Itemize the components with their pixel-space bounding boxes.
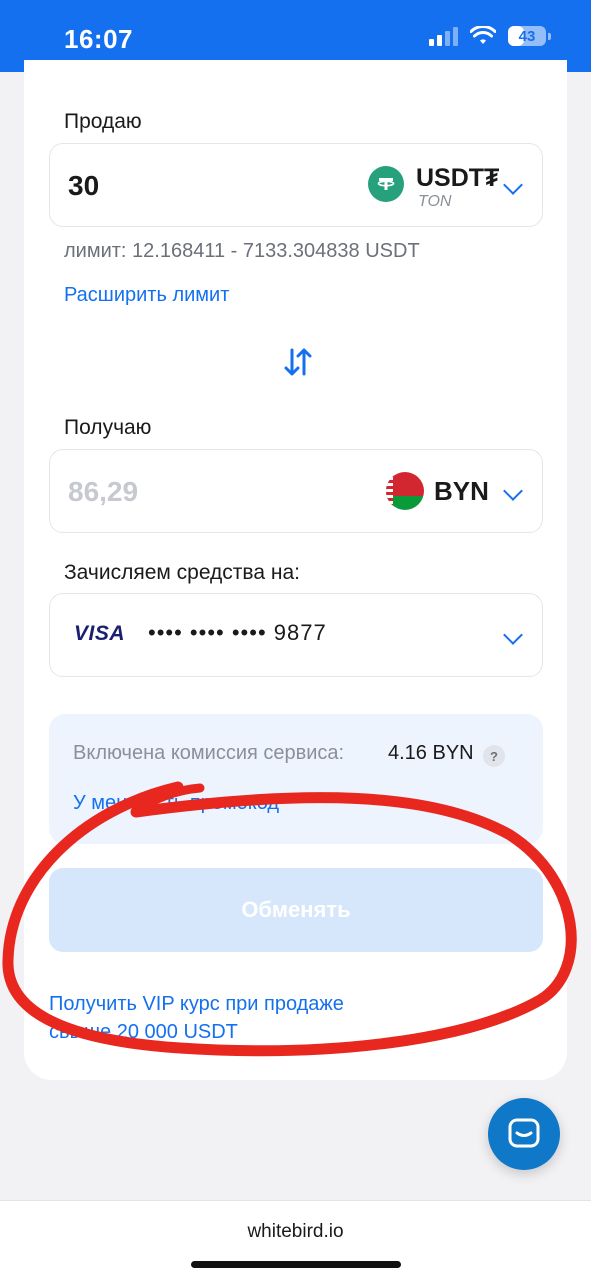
- payout-label: Зачисляем средства на:: [64, 561, 300, 584]
- payout-card-select[interactable]: VISA •••• •••• •••• 9877: [49, 593, 543, 677]
- currency-code[interactable]: BYN: [434, 476, 489, 507]
- chevron-down-icon[interactable]: [503, 175, 523, 195]
- battery-icon: 43: [508, 26, 546, 46]
- cellular-signal-icon: [429, 26, 458, 46]
- limit-text: лимит: 12.168411 - 7133.304838 USDT: [64, 240, 420, 262]
- coin-network: TON: [418, 193, 452, 210]
- browser-bottom-bar: whitebird.io: [0, 1200, 591, 1280]
- fee-label: Включена комиссия сервиса:: [73, 742, 345, 764]
- help-icon[interactable]: ?: [483, 745, 505, 767]
- coin-code[interactable]: USDT₮: [416, 164, 499, 193]
- chevron-down-icon[interactable]: [503, 625, 523, 645]
- promo-code-link[interactable]: У меня есть промокод: [73, 792, 279, 815]
- battery-level: 43: [518, 27, 536, 45]
- fee-info-box: Включена комиссия сервиса: 4.16 BYN ? У …: [49, 714, 543, 844]
- visa-logo: VISA: [74, 622, 126, 645]
- sell-amount-input[interactable]: 30: [68, 170, 99, 202]
- chat-icon: [508, 1118, 540, 1148]
- chevron-down-icon[interactable]: [503, 481, 523, 501]
- fee-value: 4.16 BYN: [388, 742, 474, 764]
- status-icons: 43: [429, 26, 551, 46]
- expand-limit-link[interactable]: Расширить лимит: [64, 284, 229, 307]
- exchange-button[interactable]: Обменять: [49, 868, 543, 952]
- receive-field[interactable]: 86,29 BYN: [49, 449, 543, 533]
- receive-label: Получаю: [64, 416, 152, 439]
- tether-icon: [368, 166, 404, 202]
- swap-icon[interactable]: [283, 346, 313, 383]
- sell-label: Продаю: [64, 110, 142, 133]
- card-number: •••• •••• •••• 9877: [148, 620, 327, 645]
- status-time: 16:07: [64, 24, 133, 54]
- sell-field[interactable]: 30 USDT₮ TON: [49, 143, 543, 227]
- vip-rate-link[interactable]: Получить VIP курс при продаже свыше 20 0…: [49, 990, 409, 1046]
- wifi-icon: [470, 26, 496, 44]
- belarus-flag-icon: [386, 472, 424, 510]
- chat-support-button[interactable]: [488, 1098, 560, 1170]
- receive-amount: 86,29: [68, 476, 139, 507]
- home-indicator[interactable]: [191, 1261, 401, 1268]
- url-domain[interactable]: whitebird.io: [0, 1221, 591, 1243]
